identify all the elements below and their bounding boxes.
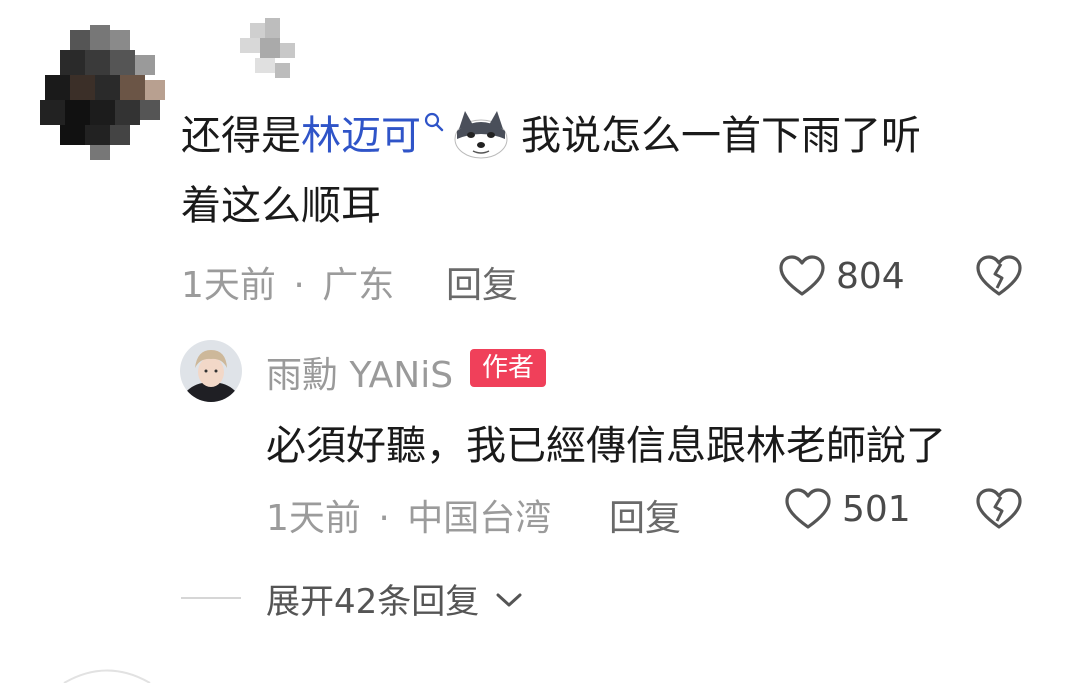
reply-location: 中国台湾 — [407, 498, 552, 539]
comment-time: 1天前 — [181, 265, 276, 306]
author-avatar[interactable] — [180, 340, 242, 402]
commenter-avatar[interactable] — [30, 20, 180, 170]
comment-like-count: 804 — [836, 256, 905, 297]
expand-replies-label: 展开42条回复 — [266, 582, 480, 622]
expand-divider — [181, 597, 241, 599]
heart-outline-icon[interactable] — [778, 254, 826, 298]
meta-separator: · — [378, 498, 390, 539]
broken-heart-icon[interactable] — [975, 254, 1023, 298]
comment-reply-button[interactable]: 回复 — [446, 256, 518, 308]
comment-location: 广东 — [322, 265, 395, 306]
meta-separator: · — [293, 265, 305, 306]
author-badge: 作者 — [470, 349, 547, 387]
comment-text-suffix: 我说怎么一首下雨了听 — [521, 113, 921, 159]
reply-text: 必須好聽，我已經傳信息跟林老師說了 — [266, 423, 946, 469]
comment-text-line2: 着这么顺耳 — [181, 183, 381, 229]
reply-like-count: 501 — [842, 489, 911, 530]
next-comment-avatar — [63, 669, 151, 683]
husky-emoji-icon — [454, 111, 508, 159]
mention-link[interactable]: 林迈可 — [301, 113, 421, 159]
comment-meta: 1天前 · 广东 — [181, 256, 394, 308]
chevron-down-icon — [496, 593, 522, 607]
comment-text: 还得是林迈可 我说怎么一首下雨了听 着这么顺耳 — [181, 101, 1041, 241]
comment-text-prefix: 还得是 — [181, 113, 301, 159]
reply-reply-button[interactable]: 回复 — [609, 489, 681, 541]
expand-replies-button[interactable]: 展开42条回复 — [266, 574, 524, 623]
heart-outline-icon[interactable] — [784, 487, 832, 531]
author-name[interactable]: 雨勳 YANiS — [266, 346, 453, 398]
reply-time: 1天前 — [266, 498, 361, 539]
reply-meta: 1天前 · 中国台湾 — [266, 489, 551, 541]
broken-heart-icon[interactable] — [975, 487, 1023, 531]
search-icon — [424, 112, 444, 132]
blurred-decoration — [240, 18, 295, 78]
